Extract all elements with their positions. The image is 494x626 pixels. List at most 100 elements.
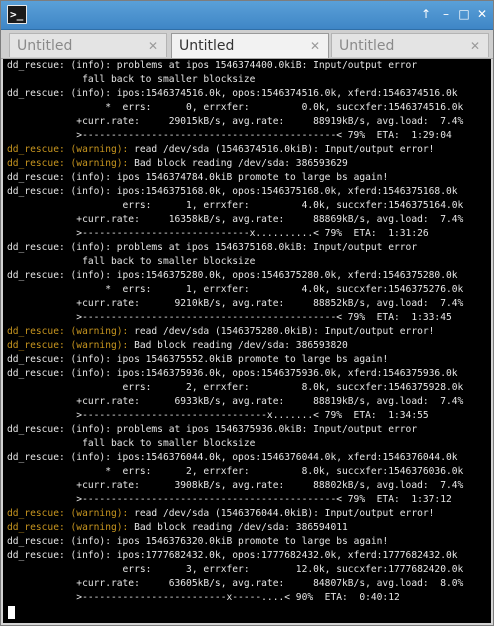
line-text: problems at ipos 1546375168.0kiB: Input/… <box>116 242 418 253</box>
terminal-lines: dd_rescue: (info): problems at ipos 1546… <box>7 59 463 605</box>
line-text: fall back to smaller blocksize <box>7 74 256 85</box>
keep-above-button[interactable]: ↑ <box>419 7 433 21</box>
close-window-button[interactable]: ✕ <box>475 7 489 21</box>
terminal-line: dd_rescue: (warning): Bad block reading … <box>7 157 463 171</box>
line-prefix: dd_rescue: (info): <box>7 242 117 253</box>
line-text: >--------------------------------x......… <box>7 410 429 421</box>
terminal-line: >---------------------------------------… <box>7 311 463 325</box>
line-text: errs: 3, errxfer: 12.0k, succxfer:177768… <box>7 564 464 575</box>
maximize-button[interactable]: □ <box>457 7 471 21</box>
terminal-line: >---------------------------------------… <box>7 493 463 507</box>
terminal-line: dd_rescue: (info): ipos:1546376044.0k, o… <box>7 451 463 465</box>
line-text: fall back to smaller blocksize <box>7 256 256 267</box>
terminal-line: errs: 1, errxfer: 4.0k, succxfer:1546375… <box>7 199 464 213</box>
line-text: ipos:1546375936.0k, opos:1546375936.0k, … <box>116 368 458 379</box>
line-text: ipos:1546375168.0k, opos:1546375168.0k, … <box>116 186 458 197</box>
line-prefix: dd_rescue: (info): <box>7 536 117 547</box>
terminal-line: >-------------------------x-----....< 90… <box>7 591 463 605</box>
terminal-line: dd_rescue: (warning): read /dev/sda (154… <box>7 507 463 521</box>
line-text: ipos 1546375552.0kiB promote to large bs… <box>116 354 389 365</box>
close-tab-icon[interactable]: ✕ <box>148 34 158 58</box>
tab-label: Untitled <box>339 38 395 54</box>
terminal-line: fall back to smaller blocksize <box>7 255 463 269</box>
terminal-output[interactable]: dd_rescue: (info): problems at ipos 1546… <box>3 59 491 623</box>
tab-untitled-3[interactable]: Untitled ✕ <box>331 33 489 57</box>
line-text: problems at ipos 1546374400.0kiB: Input/… <box>116 60 418 71</box>
terminal-line: dd_rescue: (warning): read /dev/sda (154… <box>7 143 463 157</box>
line-text: Bad block reading /dev/sda: 386594011 <box>134 522 348 533</box>
line-text: +curr.rate: 6933kB/s, avg.rate: 88819kB/… <box>7 396 464 407</box>
close-tab-icon[interactable]: ✕ <box>310 34 320 58</box>
line-text: * errs: 2, errxfer: 8.0k, succxfer:15463… <box>7 466 464 477</box>
warning-prefix: dd_rescue: (warning): <box>7 158 135 169</box>
terminal-line: dd_rescue: (info): ipos:1777682432.0k, o… <box>7 549 463 563</box>
line-prefix: dd_rescue: (info): <box>7 368 117 379</box>
line-prefix: dd_rescue: (info): <box>7 424 117 435</box>
terminal-line: >-----------------------------x.........… <box>7 227 463 241</box>
line-text: >-----------------------------x.........… <box>7 228 429 239</box>
line-text: +curr.rate: 16358kB/s, avg.rate: 88869kB… <box>7 214 464 225</box>
line-text: problems at ipos 1546375936.0kiB: Input/… <box>116 424 418 435</box>
tab-label: Untitled <box>179 38 235 54</box>
line-text: +curr.rate: 9210kB/s, avg.rate: 88852kB/… <box>7 298 464 309</box>
line-prefix: dd_rescue: (info): <box>7 354 117 365</box>
line-text: >---------------------------------------… <box>7 312 452 323</box>
terminal-line: dd_rescue: (info): ipos 1546374784.0kiB … <box>7 171 463 185</box>
warning-prefix: dd_rescue: (warning): <box>7 508 135 519</box>
terminal-line: +curr.rate: 9210kB/s, avg.rate: 88852kB/… <box>7 297 463 311</box>
line-text: ipos:1546375280.0k, opos:1546375280.0k, … <box>116 270 458 281</box>
tab-untitled-2[interactable]: Untitled ✕ <box>171 33 329 58</box>
terminal-line: * errs: 2, errxfer: 8.0k, succxfer:15463… <box>7 465 463 479</box>
line-text: Bad block reading /dev/sda: 386593629 <box>134 158 348 169</box>
terminal-app-icon: >_ <box>7 5 27 24</box>
terminal-line: dd_rescue: (info): ipos 1546375552.0kiB … <box>7 353 463 367</box>
line-text: ipos:1777682432.0k, opos:1777682432.0k, … <box>116 550 458 561</box>
text-cursor <box>8 606 15 619</box>
terminal-line: dd_rescue: (info): problems at ipos 1546… <box>7 59 463 73</box>
warning-prefix: dd_rescue: (warning): <box>7 522 135 533</box>
tab-untitled-1[interactable]: Untitled ✕ <box>9 33 167 57</box>
terminal-line: errs: 2, errxfer: 8.0k, succxfer:1546375… <box>7 381 464 395</box>
warning-prefix: dd_rescue: (warning): <box>7 340 135 351</box>
line-text: read /dev/sda (1546376044.0kiB): Input/o… <box>134 508 435 519</box>
line-text: * errs: 1, errxfer: 4.0k, succxfer:15463… <box>7 284 464 295</box>
terminal-line: errs: 3, errxfer: 12.0k, succxfer:177768… <box>7 563 464 577</box>
line-text: +curr.rate: 3908kB/s, avg.rate: 88802kB/… <box>7 480 464 491</box>
terminal-line: dd_rescue: (info): ipos:1546374516.0k, o… <box>7 87 463 101</box>
line-text: Bad block reading /dev/sda: 386593820 <box>134 340 348 351</box>
terminal-line: +curr.rate: 3908kB/s, avg.rate: 88802kB/… <box>7 479 463 493</box>
terminal-window: >_ ↑ – □ ✕ Untitled ✕ Untitled ✕ Untitle… <box>0 0 494 626</box>
line-text: fall back to smaller blocksize <box>7 438 256 449</box>
terminal-line: dd_rescue: (warning): read /dev/sda (154… <box>7 325 463 339</box>
terminal-line: dd_rescue: (info): ipos 1546376320.0kiB … <box>7 535 463 549</box>
terminal-line: * errs: 1, errxfer: 4.0k, succxfer:15463… <box>7 283 463 297</box>
terminal-line: dd_rescue: (info): ipos:1546375168.0k, o… <box>7 185 463 199</box>
line-text: ipos:1546376044.0k, opos:1546376044.0k, … <box>116 452 458 463</box>
line-prefix: dd_rescue: (info): <box>7 186 117 197</box>
line-text: >---------------------------------------… <box>7 494 452 505</box>
line-text: >---------------------------------------… <box>7 130 452 141</box>
minimize-button[interactable]: – <box>439 7 453 21</box>
line-text: read /dev/sda (1546375280.0kiB): Input/o… <box>134 326 435 337</box>
line-text: * errs: 0, errxfer: 0.0k, succxfer:15463… <box>7 102 464 113</box>
terminal-line: >--------------------------------x......… <box>7 409 463 423</box>
terminal-line: dd_rescue: (info): ipos:1546375936.0k, o… <box>7 367 463 381</box>
terminal-line: +curr.rate: 63605kB/s, avg.rate: 84807kB… <box>7 577 463 591</box>
line-prefix: dd_rescue: (info): <box>7 60 117 71</box>
terminal-line: dd_rescue: (warning): Bad block reading … <box>7 521 463 535</box>
line-text: +curr.rate: 63605kB/s, avg.rate: 84807kB… <box>7 578 464 589</box>
line-prefix: dd_rescue: (info): <box>7 270 117 281</box>
close-tab-icon[interactable]: ✕ <box>470 34 480 58</box>
terminal-line: dd_rescue: (info): problems at ipos 1546… <box>7 241 463 255</box>
line-prefix: dd_rescue: (info): <box>7 88 117 99</box>
terminal-line: dd_rescue: (warning): Bad block reading … <box>7 339 463 353</box>
line-text: ipos:1546374516.0k, opos:1546374516.0k, … <box>116 88 458 99</box>
line-prefix: dd_rescue: (info): <box>7 172 117 183</box>
line-text: ipos 1546374784.0kiB promote to large bs… <box>116 172 389 183</box>
warning-prefix: dd_rescue: (warning): <box>7 326 135 337</box>
terminal-line: +curr.rate: 6933kB/s, avg.rate: 88819kB/… <box>7 395 463 409</box>
terminal-line: dd_rescue: (info): problems at ipos 1546… <box>7 423 463 437</box>
terminal-line: fall back to smaller blocksize <box>7 437 463 451</box>
tab-bar: Untitled ✕ Untitled ✕ Untitled ✕ <box>1 30 493 59</box>
title-bar[interactable]: >_ ↑ – □ ✕ <box>1 1 493 30</box>
